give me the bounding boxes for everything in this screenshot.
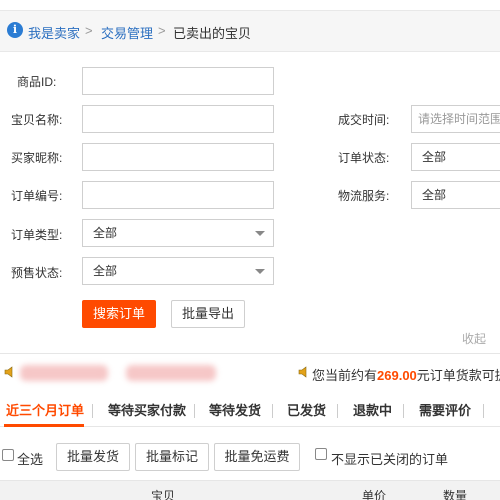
- select-all-checkbox[interactable]: [2, 449, 14, 461]
- deal-time-input[interactable]: 请选择时间范围: [411, 105, 500, 133]
- order-type-value: 全部: [93, 226, 118, 240]
- header-quantity: 数量: [443, 489, 468, 500]
- tab-divider: [403, 404, 404, 418]
- presale-select[interactable]: 全部: [82, 257, 274, 285]
- breadcrumb-current-page: 已卖出的宝贝: [173, 26, 252, 41]
- order-type-select[interactable]: 全部: [82, 219, 274, 247]
- divider: [0, 353, 500, 354]
- item-id-label: 商品ID:: [17, 75, 57, 89]
- order-status-label: 订单状态:: [338, 151, 390, 165]
- tab-recent-orders[interactable]: 近三个月订单: [6, 400, 84, 419]
- search-orders-button[interactable]: 搜索订单: [82, 300, 156, 328]
- item-name-label: 宝贝名称:: [11, 113, 63, 127]
- info-icon: i: [7, 22, 23, 38]
- bulk-ship-button[interactable]: 批量发货: [56, 443, 130, 471]
- table-header: 宝贝 单价 数量: [0, 480, 500, 500]
- order-tabs: 近三个月订单 等待买家付款 等待发货 已发货 退款中 需要评价: [0, 393, 500, 427]
- tab-needs-review[interactable]: 需要评价: [419, 400, 471, 419]
- presale-label: 预售状态:: [11, 266, 63, 280]
- notice-bar: 您当前约有269.00元订单货款可提: [0, 360, 500, 386]
- deal-time-placeholder: 请选择时间范围: [418, 112, 500, 126]
- balance-suffix: 元订单货款可提: [416, 368, 500, 383]
- order-no-label: 订单编号:: [11, 189, 63, 203]
- speaker-icon: [298, 366, 307, 378]
- breadcrumb-link-trade-management[interactable]: 交易管理: [101, 23, 153, 42]
- tab-divider: [92, 404, 93, 418]
- order-type-label: 订单类型:: [11, 228, 63, 242]
- tab-divider: [194, 404, 195, 418]
- blurred-notice: [20, 365, 108, 381]
- chevron-down-icon: [255, 269, 265, 274]
- tab-divider: [272, 404, 273, 418]
- export-button[interactable]: 批量导出: [171, 300, 245, 328]
- balance-notice: 您当前约有269.00元订单货款可提: [312, 365, 500, 384]
- select-all-label: 全选: [17, 452, 44, 467]
- tab-awaiting-shipment[interactable]: 等待发货: [209, 400, 261, 419]
- tab-divider: [483, 404, 484, 418]
- breadcrumb-link-seller[interactable]: 我是卖家: [28, 23, 80, 42]
- tab-shipped[interactable]: 已发货: [287, 400, 326, 419]
- chevron-down-icon: [255, 231, 265, 236]
- bulk-mark-button[interactable]: 批量标记: [135, 443, 209, 471]
- buyer-nick-label: 买家昵称:: [11, 151, 63, 165]
- order-no-input[interactable]: [82, 181, 274, 209]
- presale-value: 全部: [93, 264, 118, 278]
- header-price: 单价: [362, 489, 387, 500]
- balance-amount: 269.00: [377, 368, 417, 383]
- buyer-nick-input[interactable]: [82, 143, 274, 171]
- blurred-notice: [126, 365, 216, 381]
- tab-divider: [337, 404, 338, 418]
- order-status-value: 全部: [422, 150, 447, 164]
- hide-closed-checkbox[interactable]: [315, 448, 327, 460]
- balance-prefix: 您当前约有: [312, 368, 378, 383]
- hide-closed-label: 不显示已关闭的订单: [331, 452, 449, 467]
- header-item: 宝贝: [151, 489, 176, 500]
- speaker-icon: [4, 366, 13, 378]
- order-status-select[interactable]: 全部: [411, 143, 500, 171]
- item-name-input[interactable]: [82, 105, 274, 133]
- breadcrumb: i 我是卖家 > 交易管理 > 已卖出的宝贝: [0, 10, 500, 52]
- tab-awaiting-payment[interactable]: 等待买家付款: [108, 400, 186, 419]
- logistics-value: 全部: [422, 188, 447, 202]
- tab-refunding[interactable]: 退款中: [353, 400, 392, 419]
- active-tab-indicator: [4, 424, 84, 427]
- breadcrumb-separator: >: [85, 23, 93, 38]
- breadcrumb-separator: >: [158, 23, 166, 38]
- collapse-link[interactable]: 收起: [462, 330, 486, 347]
- logistics-select[interactable]: 全部: [411, 181, 500, 209]
- item-id-input[interactable]: [82, 67, 274, 95]
- deal-time-label: 成交时间:: [338, 113, 390, 127]
- bulk-free-shipping-button[interactable]: 批量免运费: [214, 443, 300, 471]
- logistics-label: 物流服务:: [338, 189, 390, 203]
